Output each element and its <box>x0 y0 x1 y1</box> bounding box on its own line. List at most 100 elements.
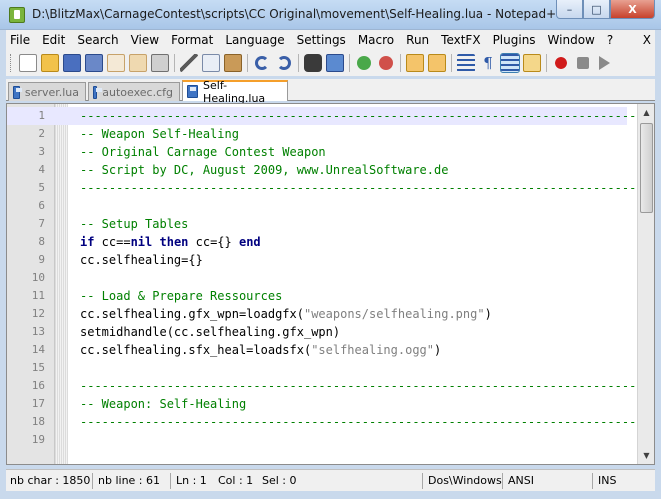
scroll-down-arrow-icon[interactable]: ▼ <box>638 447 654 464</box>
code-line[interactable]: 9 cc.selfhealing={} <box>7 251 627 269</box>
toolbar-grip[interactable] <box>10 54 13 72</box>
menu-search[interactable]: Search <box>71 33 124 47</box>
status-divider <box>170 473 171 489</box>
tab-server-lua[interactable]: server.lua <box>8 82 86 101</box>
menu-format[interactable]: Format <box>165 33 219 47</box>
play-macro-icon[interactable] <box>599 56 610 70</box>
stop-macro-icon[interactable] <box>577 57 589 69</box>
code-line[interactable]: 14 cc.selfhealing.sfx_heal=loadsfx("selfh… <box>7 341 627 359</box>
vertical-scrollbar[interactable]: ▲ ▼ <box>637 104 654 464</box>
status-divider <box>502 473 503 489</box>
tab-label: server.lua <box>24 85 79 99</box>
save-all-icon[interactable] <box>85 54 103 72</box>
cut-icon[interactable] <box>180 54 198 72</box>
tab-self-healing-lua[interactable]: Self-Healing.lua <box>182 79 288 105</box>
record-macro-icon[interactable] <box>552 54 570 72</box>
tab-autoexec-cfg[interactable]: autoexec.cfg <box>88 82 180 101</box>
menu-view[interactable]: View <box>125 33 165 47</box>
code-token: cc.selfhealing.gfx_wpn=loadgfx( <box>80 307 304 321</box>
menu-edit[interactable]: Edit <box>36 33 71 47</box>
menu-textfx[interactable]: TextFX <box>435 33 486 47</box>
code-line[interactable]: 4 -- Script by DC, August 2009, www.Unrea… <box>7 161 627 179</box>
menu-macro[interactable]: Macro <box>352 33 400 47</box>
window-controls: – □ X <box>556 0 655 19</box>
notepadpp-app-icon[interactable] <box>9 7 25 23</box>
replace-icon[interactable] <box>326 54 344 72</box>
code-line[interactable]: 16 --------------------------------------… <box>7 377 654 395</box>
zoom-in-icon[interactable] <box>357 56 371 70</box>
code-lines[interactable]: 1 ---------------------------------------… <box>7 107 654 449</box>
close-all-icon[interactable] <box>129 54 147 72</box>
code-line[interactable]: 18 --------------------------------------… <box>7 413 654 431</box>
maximize-button[interactable]: □ <box>583 0 610 19</box>
menu-settings[interactable]: Settings <box>291 33 352 47</box>
code-line[interactable]: 7 -- Setup Tables <box>7 215 627 233</box>
code-line[interactable]: 10 <box>7 269 627 287</box>
close-icon[interactable] <box>107 54 125 72</box>
code-editor[interactable]: 1 ---------------------------------------… <box>6 103 655 465</box>
menu-help[interactable]: ? <box>601 33 619 47</box>
sync-horizontal-icon[interactable] <box>428 54 446 72</box>
code-line[interactable]: 2 -- Weapon Self-Healing <box>7 125 627 143</box>
new-file-icon[interactable] <box>19 54 37 72</box>
line-number: 12 <box>31 307 45 320</box>
code-line[interactable]: 1 ---------------------------------------… <box>7 107 654 125</box>
line-code: if cc==nil then cc={} end <box>80 233 261 251</box>
scrollbar-thumb[interactable] <box>640 123 653 213</box>
code-line[interactable]: 5 ---------------------------------------… <box>7 179 654 197</box>
code-line[interactable]: 17 -- Weapon: Self-Healing <box>7 395 627 413</box>
menu-window[interactable]: Window <box>542 33 601 47</box>
code-line[interactable]: 6 <box>7 197 627 215</box>
zoom-out-icon[interactable] <box>379 56 393 70</box>
close-document-button[interactable]: X <box>643 33 655 47</box>
comment-token: -- Script by DC, August 2009, www.Unreal… <box>80 163 449 177</box>
keyword-token: if <box>80 235 95 249</box>
tab-label: Self-Healing.lua <box>203 78 266 105</box>
status-insert-mode: INS <box>598 474 617 487</box>
close-window-button[interactable]: X <box>610 0 655 19</box>
redo-icon[interactable] <box>277 56 291 70</box>
toolbar-separator <box>451 54 452 72</box>
word-wrap-icon[interactable] <box>457 54 475 72</box>
comment-token: -- Weapon Self-Healing <box>80 127 239 141</box>
code-line[interactable]: 19 <box>7 431 627 449</box>
line-code: -- Weapon Self-Healing <box>80 125 239 143</box>
title-bar[interactable]: D:\BlitzMax\CarnageContest\scripts\CC Or… <box>0 0 661 30</box>
copy-icon[interactable] <box>202 54 220 72</box>
comment-token: -- Original Carnage Contest Weapon <box>80 145 326 159</box>
minimize-button[interactable]: – <box>556 0 583 19</box>
print-icon[interactable] <box>151 54 169 72</box>
paste-icon[interactable] <box>224 54 242 72</box>
menu-file[interactable]: File <box>6 33 36 47</box>
show-all-chars-icon[interactable]: ¶ <box>479 54 497 72</box>
window-title: D:\BlitzMax\CarnageContest\scripts\CC Or… <box>32 7 567 21</box>
find-icon[interactable] <box>304 54 322 72</box>
code-line[interactable]: 8 if cc==nil then cc={} end <box>7 233 627 251</box>
menu-run[interactable]: Run <box>400 33 435 47</box>
sync-vertical-icon[interactable] <box>406 54 424 72</box>
line-number: 5 <box>38 181 45 194</box>
code-line[interactable]: 13 setmidhandle(cc.selfhealing.gfx_wpn) <box>7 323 627 341</box>
line-number: 7 <box>38 217 45 230</box>
toolbar-separator <box>174 54 175 72</box>
undo-icon[interactable] <box>255 56 269 70</box>
line-code: cc.selfhealing={} <box>80 251 203 269</box>
toolbar-separator <box>247 54 248 72</box>
save-icon[interactable] <box>63 54 81 72</box>
code-line[interactable]: 3 -- Original Carnage Contest Weapon <box>7 143 627 161</box>
indent-guide-icon[interactable] <box>500 53 520 73</box>
line-code: ----------------------------------------… <box>80 413 654 431</box>
code-token: cc== <box>94 235 131 249</box>
menu-plugins[interactable]: Plugins <box>487 33 542 47</box>
code-line[interactable]: 15 <box>7 359 627 377</box>
user-language-icon[interactable] <box>523 54 541 72</box>
status-divider <box>422 473 423 489</box>
code-line[interactable]: 11 -- Load & Prepare Ressources <box>7 287 627 305</box>
open-file-icon[interactable] <box>41 54 59 72</box>
code-line[interactable]: 12 cc.selfhealing.gfx_wpn=loadgfx("weapon… <box>7 305 627 323</box>
toolbar-separator <box>400 54 401 72</box>
menu-language[interactable]: Language <box>219 33 290 47</box>
line-number: 17 <box>31 397 45 410</box>
scroll-up-arrow-icon[interactable]: ▲ <box>638 104 654 121</box>
line-code: setmidhandle(cc.selfhealing.gfx_wpn) <box>80 323 340 341</box>
